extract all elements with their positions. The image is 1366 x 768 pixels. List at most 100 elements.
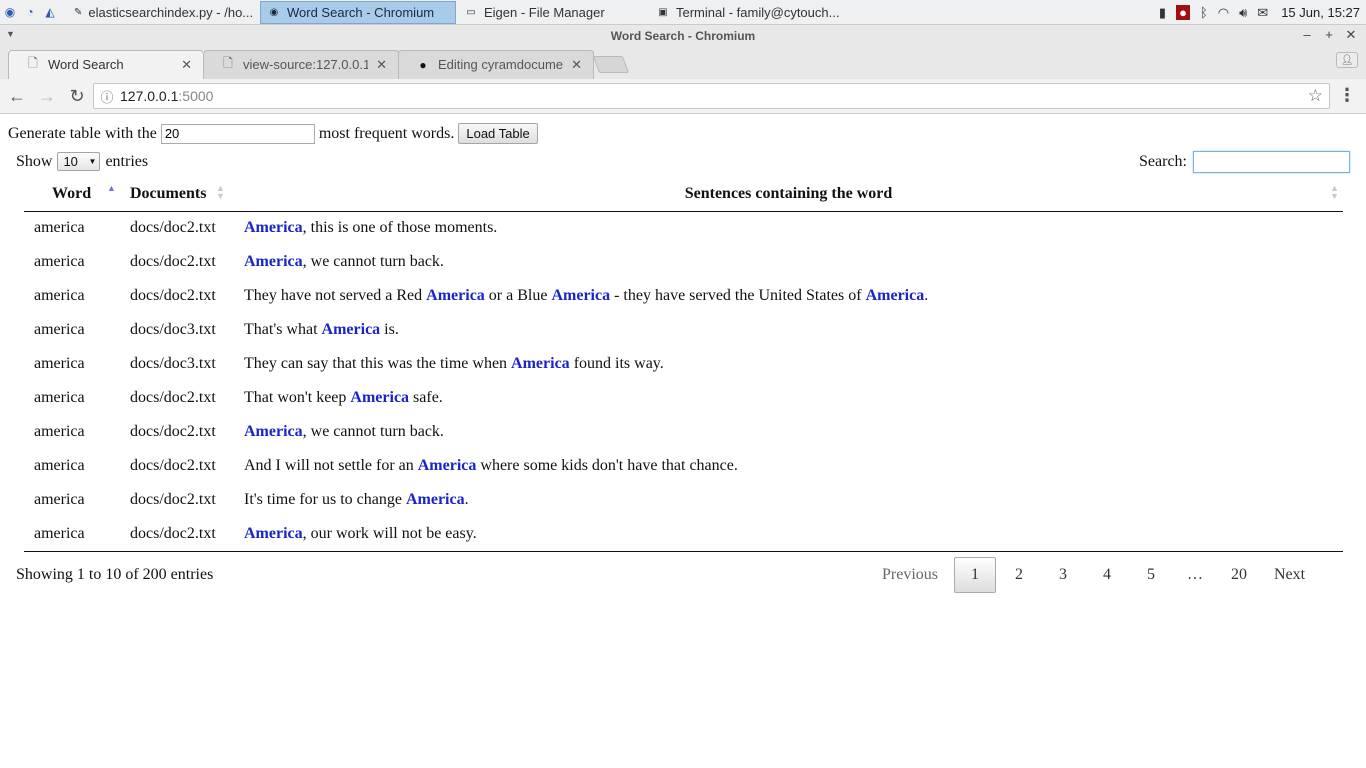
cell-word: america (34, 321, 85, 338)
pagination-previous[interactable]: Previous (873, 557, 947, 593)
highlighted-word: America (244, 423, 303, 440)
search-input[interactable] (1193, 151, 1350, 173)
github-icon: ● (419, 57, 427, 72)
page-icon: 🗋︎ (223, 56, 233, 70)
record-icon[interactable]: ● (1176, 5, 1190, 20)
profile-icon[interactable]: 👤︎ (1336, 52, 1358, 68)
sort-ascending-icon: ▲ (107, 183, 116, 193)
generate-suffix-label: most frequent words. (318, 124, 455, 142)
pagination-page[interactable]: 1 (954, 557, 996, 593)
volume-icon[interactable]: 🔊︎ (1239, 5, 1247, 21)
minimize-icon[interactable]: ‒ (1296, 27, 1318, 43)
cell-sentence: America, our work will not be easy. (234, 517, 1343, 552)
sentence-text: safe. (409, 389, 443, 406)
load-table-button[interactable]: Load Table (458, 123, 538, 144)
table-info: Showing 1 to 10 of 200 entries (16, 566, 214, 583)
cell-word: america (34, 355, 85, 372)
sentence-text: , we cannot turn back. (302, 423, 444, 440)
cell-document: docs/doc2.txt (130, 253, 216, 270)
chevron-down-icon: ▼ (88, 157, 97, 166)
taskbar-window-2[interactable]: ▭ Eigen - File Manager (458, 1, 648, 24)
cell-sentence: America, we cannot turn back. (234, 245, 1343, 279)
sentence-text: , our work will not be easy. (302, 524, 477, 542)
sentence-text: or a Blue (484, 287, 552, 304)
cell-document: docs/doc3.txt (130, 355, 216, 372)
taskbar-window-label: Word Search - Chromium (287, 4, 435, 20)
folder-icon: ▭ (466, 6, 476, 18)
page-content: Generate table with the most frequent wo… (0, 115, 1366, 768)
forward-arrow-icon[interactable]: → (34, 83, 60, 109)
cell-document: docs/doc2.txt (120, 517, 234, 552)
pagination-page[interactable]: 2 (998, 557, 1040, 593)
os-taskbar: ◉ ◔ ◭ ✎ elasticsearchindex.py - /ho... ◉ Wo… (0, 0, 1366, 25)
cell-sentence: America, we cannot turn back. (234, 415, 1343, 449)
table-row: america docs/doc2.txt America, this is one… (24, 211, 1343, 245)
pagination-page[interactable]: 4 (1086, 557, 1128, 593)
cell-sentence: America, this is one of those moments. (234, 211, 1343, 245)
url-text[interactable]: 127.0.0.1:5000 (120, 88, 213, 104)
taskbar-window-label: Eigen - File Manager (484, 4, 605, 20)
highlighted-word: America (405, 491, 465, 508)
highlighted-word: America (244, 219, 303, 237)
cell-document: docs/doc2.txt (130, 389, 216, 406)
terminal-icon: ▣ (658, 6, 668, 18)
menu-kebab-icon[interactable]: ⋮ (1338, 85, 1356, 105)
tab-word-search[interactable]: 🗋︎ Word Search ✕ (8, 50, 204, 79)
tab-view-source[interactable]: 🗋︎ view-source:127.0.0.1:5 ✕ (203, 50, 399, 79)
table-row: america docs/doc2.txt It's time for us to … (24, 483, 1343, 517)
column-header-sentences[interactable]: Sentences containing the word ▲ ▼ (234, 177, 1343, 212)
generate-prefix-label: Generate table with the (8, 124, 157, 142)
browser-launcher-icon[interactable]: ◔ (20, 0, 40, 25)
column-header-word[interactable]: Word ▲ (24, 177, 120, 212)
column-header-documents[interactable]: Documents ▲ ▼ (120, 177, 234, 212)
back-arrow-icon[interactable]: ← (4, 83, 30, 109)
taskbar-window-0[interactable]: ✎ elasticsearchindex.py - /ho... (68, 1, 258, 24)
pagination-page[interactable]: 3 (1042, 557, 1084, 593)
highlighted-word: America (551, 287, 611, 304)
pagination-page[interactable]: 5 (1130, 557, 1172, 593)
close-tab-icon[interactable]: ✕ (181, 57, 192, 73)
sentence-text: . (464, 491, 469, 508)
sentence-text: That's what (244, 321, 322, 338)
highlighted-word: America (426, 287, 485, 304)
highlighted-word: America (511, 355, 570, 372)
cell-document: docs/doc2.txt (130, 491, 216, 508)
cell-sentence: They have not served a Red America or a … (234, 279, 1343, 313)
new-tab-button[interactable] (592, 56, 630, 73)
entries-select[interactable]: 10 ▼ (57, 152, 101, 171)
close-tab-icon[interactable]: ✕ (571, 57, 582, 73)
sentence-text: They have not served a Red (244, 287, 427, 304)
cell-document: docs/doc2.txt (130, 287, 216, 304)
taskbar-window-3[interactable]: ▣ Terminal - family@cytouch... (650, 1, 846, 24)
word-table: Word ▲ Documents ▲ ▼ Sentences containing… (24, 177, 1343, 552)
mail-icon[interactable]: ✉ (1257, 5, 1268, 21)
close-tab-icon[interactable]: ✕ (376, 57, 387, 73)
cell-document: docs/doc3.txt (130, 321, 216, 338)
bookmark-star-icon[interactable]: ☆ (1308, 86, 1323, 106)
editor-launcher-icon[interactable]: ◭ (40, 0, 60, 25)
pagination-page[interactable]: 20 (1218, 557, 1260, 593)
pagination-next[interactable]: Next (1265, 557, 1314, 593)
taskbar-window-1[interactable]: ◉ Word Search - Chromium (260, 0, 456, 24)
clock[interactable]: 15 Jun, 15:27 (1281, 5, 1360, 20)
entries-label: entries (105, 152, 149, 170)
sentence-text: is. (380, 321, 399, 338)
reload-icon[interactable]: ↻ (64, 83, 90, 109)
browser-titlebar: ▼ Word Search - Chromium ‒ + ✕ (0, 25, 1366, 47)
highlighted-word: America (417, 457, 477, 474)
maximize-icon[interactable]: + (1318, 27, 1340, 43)
sentence-text: That won't keep (244, 389, 351, 406)
tab-editing-github[interactable]: ● Editing cyramdocume ✕ (398, 50, 594, 79)
wifi-icon[interactable]: ◠ (1218, 5, 1229, 21)
close-window-icon[interactable]: ✕ (1340, 27, 1362, 43)
battery-icon[interactable]: ▮ (1159, 5, 1166, 21)
window-menu-icon[interactable]: ▼ (6, 29, 15, 39)
address-bar[interactable]: ⓘ 127.0.0.1:5000 ☆ (93, 83, 1330, 109)
highlighted-word: America (244, 253, 303, 270)
word-count-input[interactable] (160, 123, 315, 144)
cell-sentence: And I will not settle for an America whe… (234, 449, 1343, 483)
sentence-text: . (924, 287, 929, 304)
info-icon[interactable]: ⓘ (94, 87, 120, 106)
chromium-launcher-icon[interactable]: ◉ (0, 0, 20, 25)
bluetooth-icon[interactable]: ᛒ (1200, 5, 1208, 20)
